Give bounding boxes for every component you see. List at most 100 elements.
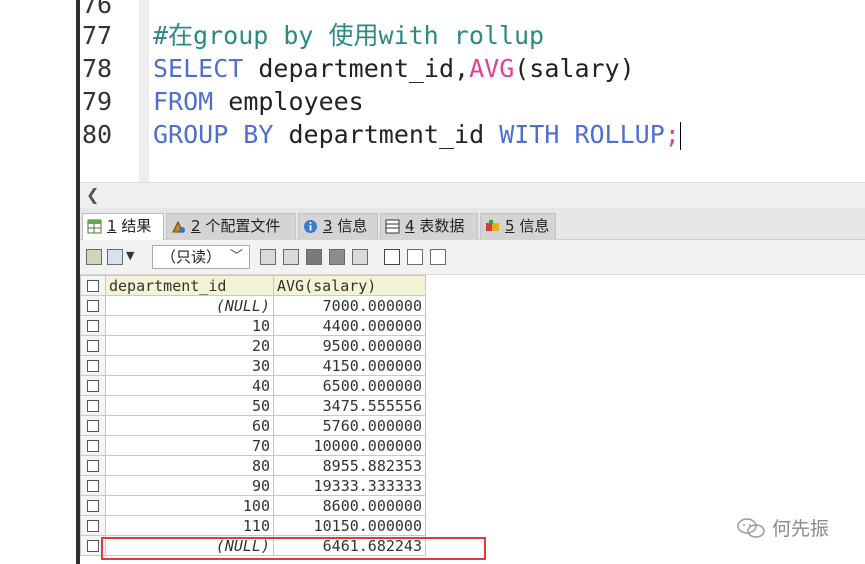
table-row[interactable]: 80 8955.882353: [80, 455, 426, 476]
row-checkbox[interactable]: [87, 380, 99, 392]
row-checkbox[interactable]: [87, 500, 99, 512]
keyword-select: SELECT: [153, 54, 244, 83]
cell-avg-salary[interactable]: 9500.000000: [273, 335, 426, 356]
form-view-icon[interactable]: [407, 249, 423, 265]
export-icon[interactable]: [86, 249, 102, 265]
tab-label: 表数据: [414, 217, 465, 235]
delete-icon[interactable]: [329, 249, 345, 265]
cell-department-id[interactable]: 90: [105, 475, 274, 496]
keyword-from: FROM: [153, 87, 214, 116]
cell-department-id[interactable]: 80: [105, 455, 274, 476]
cell-department-id[interactable]: 20: [105, 335, 274, 356]
row-checkbox-cell[interactable]: [80, 355, 106, 376]
scroll-left-icon[interactable]: ❮: [86, 185, 99, 204]
table-row[interactable]: 50 3475.555556: [80, 395, 426, 416]
sql-editor[interactable]: 76 77 78 79 80 #在group by 使用with rollup …: [0, 0, 865, 182]
table-row[interactable]: 40 6500.000000: [80, 375, 426, 396]
row-checkbox[interactable]: [87, 420, 99, 432]
row-checkbox-cell[interactable]: [80, 435, 106, 456]
code-line-79[interactable]: FROM employees: [153, 85, 364, 118]
row-checkbox[interactable]: [87, 300, 99, 312]
select-all-checkbox[interactable]: [87, 280, 99, 292]
cancel-icon[interactable]: [352, 249, 368, 265]
cell-department-id[interactable]: 70: [105, 435, 274, 456]
cell-avg-salary[interactable]: 3475.555556: [273, 395, 426, 416]
chevron-down-icon[interactable]: ▼: [126, 249, 134, 262]
cell-department-id[interactable]: 40: [105, 375, 274, 396]
row-checkbox[interactable]: [87, 520, 99, 532]
row-checkbox-cell[interactable]: [80, 495, 106, 516]
row-checkbox[interactable]: [87, 460, 99, 472]
table-row[interactable]: 30 4150.000000: [80, 355, 426, 376]
copy-row-icon[interactable]: [260, 249, 276, 265]
column-header-department-id[interactable]: department_id: [105, 275, 274, 296]
cell-avg-salary[interactable]: 19333.333333: [273, 475, 426, 496]
row-checkbox[interactable]: [87, 320, 99, 332]
tab-table-data[interactable]: 4 表数据: [380, 213, 478, 240]
column-header-avg-salary[interactable]: AVG(salary): [273, 275, 426, 296]
cell-department-id[interactable]: 60: [105, 415, 274, 436]
save-icon[interactable]: [306, 249, 322, 265]
line-number: 77: [82, 21, 113, 50]
cell-department-id[interactable]: 50: [105, 395, 274, 416]
line-number: 80: [82, 120, 113, 149]
tab-messages[interactable]: 3 信息: [298, 213, 378, 240]
tab-profiles[interactable]: 2 个配置文件: [166, 213, 296, 240]
result-tab-bar: 1 结果 2 个配置文件 3 信息 4 表数据 5 信息: [80, 208, 865, 240]
row-checkbox[interactable]: [87, 340, 99, 352]
row-checkbox[interactable]: [87, 480, 99, 492]
code-line-80[interactable]: GROUP BY department_id WITH ROLLUP;: [153, 118, 681, 151]
row-checkbox-cell[interactable]: [80, 335, 106, 356]
import-icon[interactable]: [107, 249, 123, 265]
row-checkbox-cell[interactable]: [80, 295, 106, 316]
cell-avg-salary[interactable]: 4400.000000: [273, 315, 426, 336]
tab-label: 信息: [514, 217, 550, 235]
cell-department-id[interactable]: 30: [105, 355, 274, 376]
cell-avg-salary[interactable]: 8600.000000: [273, 495, 426, 516]
cell-department-id[interactable]: 100: [105, 495, 274, 516]
code-line-77[interactable]: #在group by 使用with rollup: [153, 19, 544, 52]
row-checkbox-cell[interactable]: [80, 375, 106, 396]
readonly-select[interactable]: （只读） ﹀: [152, 245, 250, 269]
cell-avg-salary[interactable]: 7000.000000: [273, 295, 426, 316]
table-row[interactable]: 90 19333.333333: [80, 475, 426, 496]
row-checkbox-cell[interactable]: [80, 415, 106, 436]
tab-info[interactable]: 5 信息: [480, 213, 556, 240]
row-checkbox-cell[interactable]: [80, 455, 106, 476]
table-row[interactable]: (NULL) 7000.000000: [80, 295, 426, 316]
row-checkbox[interactable]: [87, 360, 99, 372]
table-row[interactable]: 110 10150.000000: [80, 515, 426, 536]
cell-avg-salary[interactable]: 6500.000000: [273, 375, 426, 396]
cell-avg-salary[interactable]: 10150.000000: [273, 515, 426, 536]
tab-results[interactable]: 1 结果: [82, 213, 164, 240]
row-checkbox[interactable]: [87, 440, 99, 452]
row-checkbox[interactable]: [87, 540, 99, 552]
gutter-separator: [139, 0, 149, 182]
row-checkbox[interactable]: [87, 400, 99, 412]
cell-avg-salary[interactable]: 4150.000000: [273, 355, 426, 376]
row-checkbox-cell[interactable]: [80, 515, 106, 536]
cell-department-id[interactable]: 10: [105, 315, 274, 336]
tab-number: 5: [505, 217, 515, 235]
cell-avg-salary[interactable]: 5760.000000: [273, 415, 426, 436]
grid-view-icon[interactable]: [384, 249, 400, 265]
cell-department-id[interactable]: 110: [105, 515, 274, 536]
table-row[interactable]: 70 10000.000000: [80, 435, 426, 456]
row-checkbox-cell[interactable]: [80, 475, 106, 496]
cell-department-id[interactable]: (NULL): [105, 295, 274, 316]
table-row[interactable]: 60 5760.000000: [80, 415, 426, 436]
cell-avg-salary[interactable]: 8955.882353: [273, 455, 426, 476]
table-row[interactable]: 10 4400.000000: [80, 315, 426, 336]
table-row[interactable]: 20 9500.000000: [80, 335, 426, 356]
highlight-rollup-total-box: [101, 537, 486, 560]
duplicate-icon[interactable]: [283, 249, 299, 265]
horizontal-scrollbar[interactable]: ❮: [80, 182, 865, 208]
select-all-cell[interactable]: [80, 275, 106, 296]
row-checkbox-cell[interactable]: [80, 395, 106, 416]
text-view-icon[interactable]: [430, 249, 446, 265]
table-row[interactable]: 100 8600.000000: [80, 495, 426, 516]
code-line-78[interactable]: SELECT department_id,AVG(salary): [153, 52, 635, 85]
info-icon: [304, 220, 317, 233]
cell-avg-salary[interactable]: 10000.000000: [273, 435, 426, 456]
row-checkbox-cell[interactable]: [80, 315, 106, 336]
